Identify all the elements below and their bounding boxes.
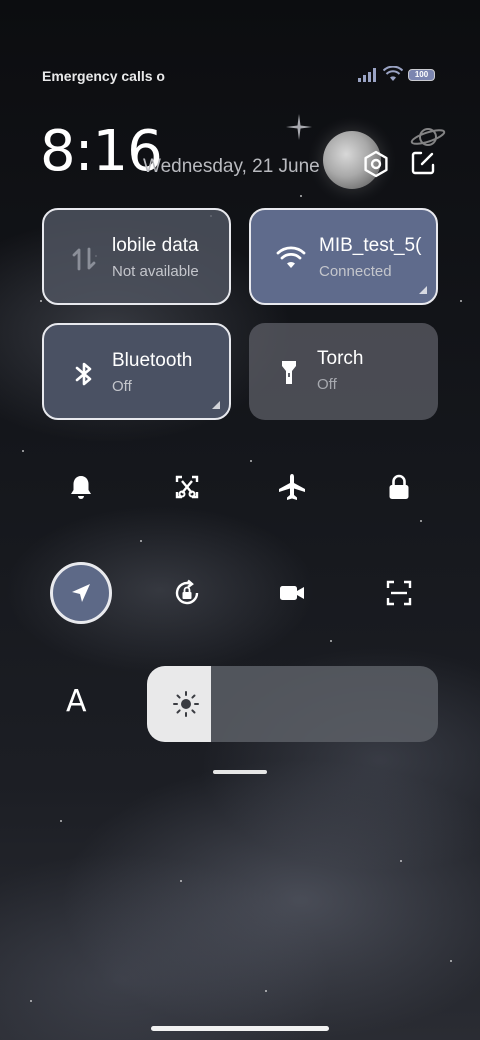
screenshot-icon <box>175 475 199 499</box>
mobile-data-tile[interactable]: lobile data Not available <box>42 208 231 305</box>
bluetooth-title: Bluetooth <box>112 350 193 371</box>
status-bar: Emergency calls o 100 <box>0 62 480 90</box>
sparkle-icon <box>286 114 312 140</box>
airplane-icon <box>279 474 305 500</box>
video-camera-icon <box>280 586 304 600</box>
wifi-expand-corner[interactable] <box>419 286 427 294</box>
wifi-network-name: MIB_test_5( <box>319 235 422 256</box>
sun-icon <box>173 691 199 717</box>
signal-icon <box>358 68 376 82</box>
lock-screen-toggle[interactable] <box>377 465 421 509</box>
sound-toggle[interactable] <box>59 465 103 509</box>
home-indicator[interactable] <box>151 1026 329 1031</box>
airplane-mode-toggle[interactable] <box>270 465 314 509</box>
status-carrier-text: Emergency calls o <box>42 68 165 84</box>
wifi-tile[interactable]: MIB_test_5( Connected <box>249 208 438 305</box>
panel-pull-handle[interactable] <box>213 770 267 774</box>
planet-icon <box>410 128 446 146</box>
settings-icon[interactable] <box>362 150 390 178</box>
mobile-data-title: lobile data <box>112 235 199 256</box>
battery-icon: 100 <box>408 69 435 81</box>
bluetooth-tile[interactable]: Bluetooth Off <box>42 323 231 420</box>
wifi-status: Connected <box>319 263 392 280</box>
bell-icon <box>71 476 91 499</box>
location-icon <box>72 584 90 602</box>
torch-tile[interactable]: Torch Off <box>249 323 438 420</box>
torch-icon <box>282 361 296 384</box>
bluetooth-expand-corner[interactable] <box>212 401 220 409</box>
torch-title: Torch <box>317 348 364 369</box>
lock-icon <box>389 474 409 499</box>
mobile-data-status: Not available <box>112 263 199 280</box>
screen-recorder-toggle[interactable] <box>270 571 314 615</box>
edit-icon[interactable] <box>410 150 436 176</box>
date-label: Wednesday, 21 June <box>143 156 320 177</box>
mobile-data-icon <box>72 247 96 271</box>
screenshot-toggle[interactable] <box>165 465 209 509</box>
wifi-icon <box>276 246 306 268</box>
torch-status: Off <box>317 376 337 393</box>
rotation-lock-toggle[interactable] <box>165 571 209 615</box>
scanner-icon <box>386 580 412 606</box>
wifi-status-icon <box>383 66 403 81</box>
brightness-slider[interactable] <box>147 666 438 742</box>
bluetooth-icon <box>75 362 92 386</box>
font-size-button[interactable]: A <box>66 684 87 719</box>
rotation-lock-icon <box>175 579 199 605</box>
bluetooth-status: Off <box>112 378 132 395</box>
scanner-toggle[interactable] <box>377 571 421 615</box>
location-toggle[interactable] <box>50 562 112 624</box>
